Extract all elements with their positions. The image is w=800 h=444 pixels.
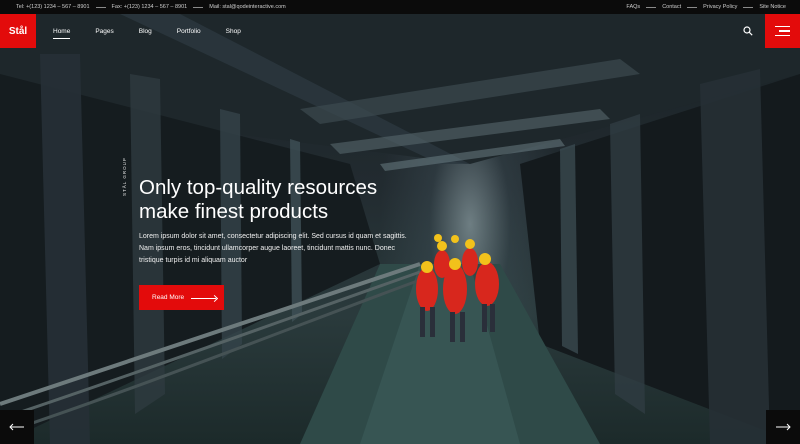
read-more-button[interactable]: Read More [139,285,224,310]
nav-home[interactable]: Home [53,26,71,39]
nav-shop[interactable]: Shop [226,26,241,37]
prev-slide-button[interactable] [0,410,34,444]
fax-text: Fax: +(123) 1234 – 567 – 8901 [111,4,188,10]
divider [193,6,204,8]
divider [743,6,754,8]
search-icon[interactable] [741,24,755,38]
contact-info: Tel: +(123) 1234 – 567 – 8901 Fax: +(123… [16,4,286,10]
top-info-bar: Tel: +(123) 1234 – 567 – 8901 Fax: +(123… [0,0,800,14]
arrow-right-icon [776,423,791,431]
menu-line [775,26,790,28]
arrow-right-icon [191,295,217,301]
slide-title-line-1: Only top-quality resources [139,176,378,199]
link-contact[interactable]: Contact [662,4,681,10]
divider [646,6,657,8]
tunnel-background-image [0,14,800,444]
link-privacy-policy[interactable]: Privacy Policy [703,4,737,10]
nav-pages[interactable]: Pages [95,26,113,37]
divider [95,6,106,8]
mail-text[interactable]: Mail: stal@qodeinteractive.com [209,4,286,10]
read-more-label: Read More [152,294,185,301]
link-site-notice[interactable]: Site Notice [759,4,786,10]
logo[interactable]: Stål [0,14,36,48]
slide-title-line-2: make finest products [139,200,329,223]
vertical-label: STÅL GROUP [122,157,127,196]
hero-slide [0,14,800,444]
slide-title: Only top-quality resources make finest p… [139,176,459,224]
nav-portfolio[interactable]: Portfolio [177,26,201,37]
arrow-left-icon [9,423,24,431]
link-faqs[interactable]: FAQs [626,4,640,10]
top-links: FAQs Contact Privacy Policy Site Notice [626,4,786,10]
slide-description: Lorem ipsum dolor sit amet, consectetur … [139,233,407,264]
main-nav: Home Pages Blog Portfolio Shop [53,14,266,48]
tel-text: Tel: +(123) 1234 – 567 – 8901 [16,4,90,10]
hamburger-icon[interactable] [765,14,800,48]
nav-blog[interactable]: Blog [139,26,152,37]
menu-line [779,30,790,32]
next-slide-button[interactable] [766,410,800,444]
menu-line [775,34,790,36]
divider [687,6,698,8]
